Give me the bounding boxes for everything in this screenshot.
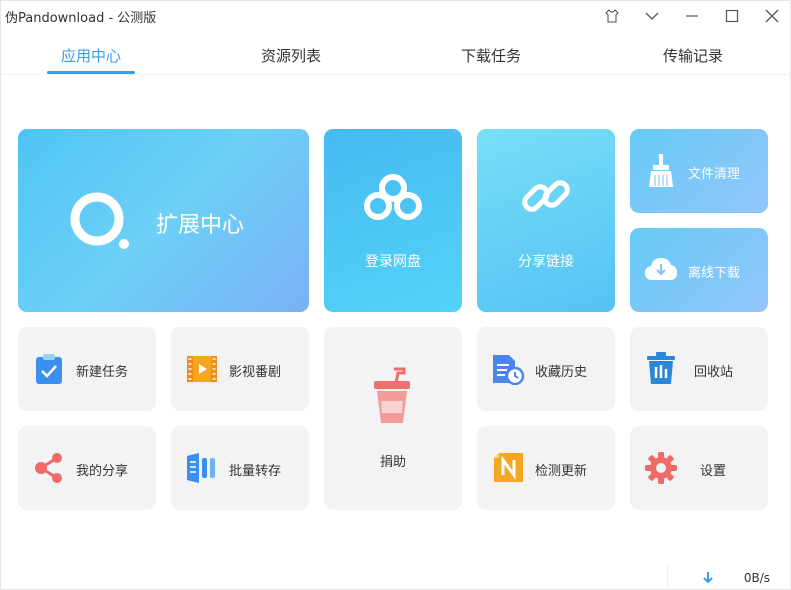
new-task-label: 新建任务 <box>76 365 129 380</box>
status-bar: 0B/s <box>1 565 791 590</box>
tab-resource-list[interactable]: 资源列表 <box>247 45 335 75</box>
film-icon <box>187 356 217 382</box>
login-netdisk-tile[interactable]: 登录网盘 <box>324 129 462 312</box>
new-task-tile[interactable]: 新建任务 <box>18 327 156 411</box>
my-share-label: 我的分享 <box>76 464 129 479</box>
extension-center-label: 扩展中心 <box>156 213 245 238</box>
recycle-bin-label: 回收站 <box>694 365 734 380</box>
maximize-button[interactable] <box>721 5 743 27</box>
drink-cup-icon <box>374 367 410 423</box>
offline-download-tile[interactable]: 离线下载 <box>630 228 768 312</box>
task-check-icon <box>36 354 62 384</box>
offline-download-label: 离线下载 <box>688 266 741 281</box>
minimize-button[interactable] <box>681 5 703 27</box>
gear-icon <box>645 452 677 484</box>
skin-icon[interactable] <box>601 5 623 27</box>
cloud-download-icon <box>645 258 677 280</box>
download-speed: 0B/s <box>743 571 770 585</box>
main-tabs: 应用中心 资源列表 下载任务 传输记录 <box>1 39 791 75</box>
favorites-history-label: 收藏历史 <box>535 365 588 380</box>
login-netdisk-label: 登录网盘 <box>365 254 421 270</box>
batch-save-icon <box>187 453 215 483</box>
share-icon <box>35 453 62 483</box>
donate-tile[interactable]: 捐助 <box>324 327 462 510</box>
share-link-label: 分享链接 <box>518 254 574 270</box>
batch-save-tile[interactable]: 批量转存 <box>171 426 309 510</box>
settings-label: 设置 <box>700 464 727 479</box>
close-button[interactable] <box>761 5 783 27</box>
update-icon <box>494 453 523 482</box>
my-share-tile[interactable]: 我的分享 <box>18 426 156 510</box>
favorites-history-tile[interactable]: 收藏历史 <box>477 327 615 411</box>
app-window: 伪Pandownload - 公测版 应用中心 资源列表 下载任务 传输记录 扩… <box>0 0 791 590</box>
batch-save-label: 批量转存 <box>229 464 282 479</box>
check-update-tile[interactable]: 检测更新 <box>477 426 615 510</box>
history-icon <box>493 355 525 385</box>
trash-icon <box>647 352 675 384</box>
video-series-tile[interactable]: 影视番剧 <box>171 327 309 411</box>
status-divider <box>667 565 668 590</box>
extension-center-tile[interactable]: 扩展中心 <box>18 129 309 312</box>
download-arrow-icon <box>703 572 713 584</box>
share-link-tile[interactable]: 分享链接 <box>477 129 615 312</box>
recycle-bin-tile[interactable]: 回收站 <box>630 327 768 411</box>
donate-label: 捐助 <box>379 455 406 470</box>
tab-transfer-records[interactable]: 传输记录 <box>649 45 737 75</box>
broom-icon <box>649 154 673 187</box>
video-series-label: 影视番剧 <box>229 365 282 380</box>
window-title: 伪Pandownload - 公测版 <box>5 11 157 26</box>
file-cleanup-label: 文件清理 <box>688 167 741 182</box>
tab-download-tasks[interactable]: 下载任务 <box>447 45 535 75</box>
dropdown-icon[interactable] <box>641 5 663 27</box>
title-bar: 伪Pandownload - 公测版 <box>1 1 791 31</box>
active-tab-indicator <box>47 71 135 74</box>
cloud-icon <box>364 174 422 220</box>
file-cleanup-tile[interactable]: 文件清理 <box>630 129 768 213</box>
settings-tile[interactable]: 设置 <box>630 426 768 510</box>
link-icon <box>522 180 570 212</box>
search-ring-icon <box>70 192 129 249</box>
check-update-label: 检测更新 <box>535 464 588 479</box>
